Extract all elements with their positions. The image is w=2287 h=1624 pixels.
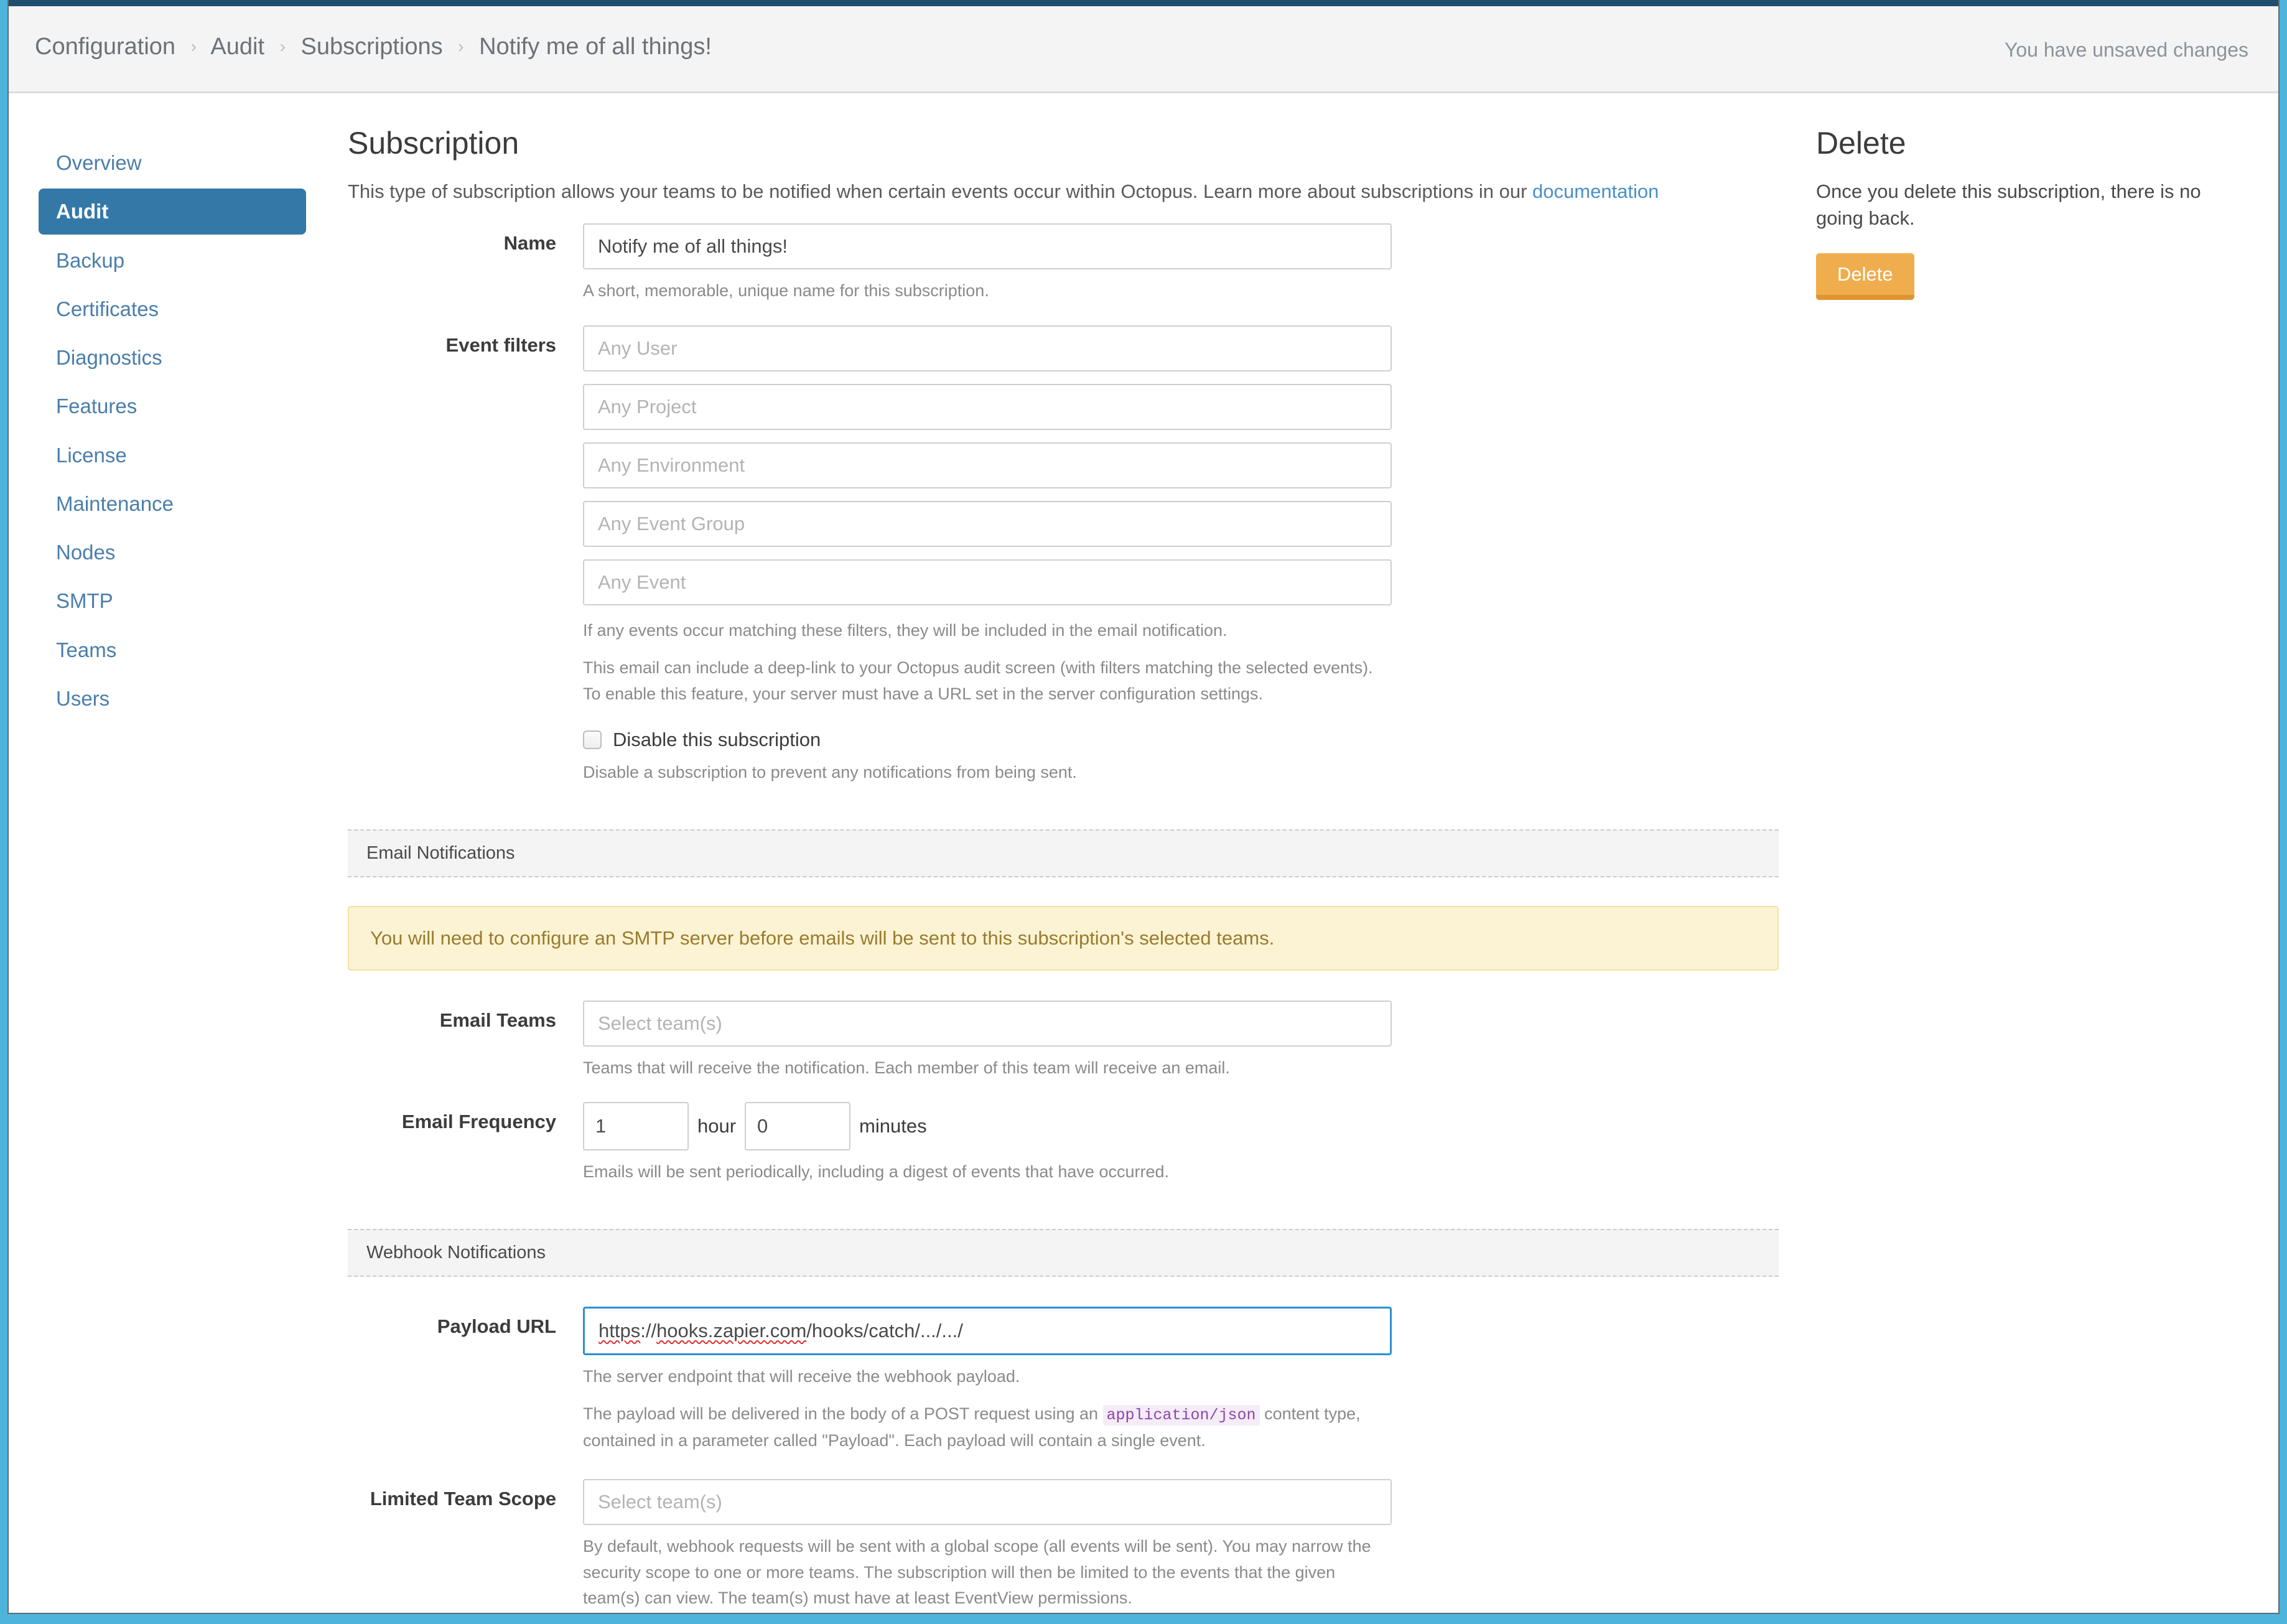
delete-panel-description: Once you delete this subscription, there… <box>1816 178 2227 232</box>
payload-url-field-col: https://hooks.zapier.com/hooks/catch/...… <box>583 1307 1392 1454</box>
email-teams-label: Email Teams <box>348 1009 556 1032</box>
page-title: Subscription <box>348 124 1779 162</box>
app-window: Configuration › Audit › Subscriptions › … <box>7 0 2280 1614</box>
sidebar-item-license[interactable]: License <box>39 432 306 478</box>
name-label: Name <box>348 232 556 254</box>
documentation-link[interactable]: documentation <box>1532 180 1659 202</box>
delete-panel: Delete Once you delete this subscription… <box>1816 124 2227 300</box>
event-filters-help-2: This email can include a deep-link to yo… <box>583 655 1392 707</box>
event-filter-event-group-input[interactable] <box>583 501 1392 547</box>
payload-url-row: Payload URL https://hooks.zapier.com/hoo… <box>348 1307 1779 1454</box>
event-filters-label: Event filters <box>348 334 556 357</box>
email-frequency-minutes-input[interactable] <box>745 1102 850 1150</box>
breadcrumb-separator-icon: › <box>182 37 205 56</box>
email-teams-field-col: Teams that will receive the notification… <box>583 1001 1392 1081</box>
breadcrumb-separator-icon: › <box>271 37 294 56</box>
sidebar-item-smtp[interactable]: SMTP <box>39 578 306 623</box>
payload-url-sep: :// <box>640 1320 656 1342</box>
email-teams-input[interactable] <box>583 1001 1392 1047</box>
limited-team-scope-row: Limited Team Scope By default, webhook r… <box>348 1479 1779 1612</box>
breadcrumb: Configuration › Audit › Subscriptions › … <box>35 34 712 60</box>
webhook-notifications-section-header: Webhook Notifications <box>348 1229 1779 1277</box>
email-notifications-section-header: Email Notifications <box>348 829 1779 877</box>
sidebar-item-users[interactable]: Users <box>39 676 306 721</box>
payload-url-help-2: The payload will be delivered in the bod… <box>583 1401 1392 1454</box>
settings-sidebar: Overview Audit Backup Certificates Diagn… <box>39 140 306 724</box>
limited-team-scope-field-col: By default, webhook requests will be sen… <box>583 1479 1392 1612</box>
email-frequency-field-col: hour minutes Emails will be sent periodi… <box>583 1102 1392 1185</box>
email-teams-help: Teams that will receive the notification… <box>583 1055 1392 1081</box>
sidebar-item-teams[interactable]: Teams <box>39 627 306 673</box>
sidebar-item-certificates[interactable]: Certificates <box>39 286 306 332</box>
page-header: Configuration › Audit › Subscriptions › … <box>9 6 2278 93</box>
event-filters-row: Event filters If any events occur matchi… <box>348 325 1779 707</box>
sidebar-item-maintenance[interactable]: Maintenance <box>39 481 306 526</box>
sidebar-item-nodes[interactable]: Nodes <box>39 530 306 575</box>
email-frequency-inputs: hour minutes <box>583 1102 1392 1150</box>
name-help: A short, memorable, unique name for this… <box>583 278 1392 304</box>
payload-url-input[interactable]: https://hooks.zapier.com/hooks/catch/...… <box>583 1307 1392 1355</box>
name-input[interactable] <box>583 223 1392 269</box>
event-filter-project-input[interactable] <box>583 384 1392 430</box>
email-frequency-row: Email Frequency hour minutes Emails will… <box>348 1102 1779 1185</box>
page-intro-text: This type of subscription allows your te… <box>348 180 1532 202</box>
payload-url-label: Payload URL <box>348 1315 556 1338</box>
breadcrumb-item-current: Notify me of all things! <box>479 34 712 60</box>
payload-url-help-1: The server endpoint that will receive th… <box>583 1364 1392 1390</box>
content-type-code: application/json <box>1103 1405 1260 1426</box>
delete-button[interactable]: Delete <box>1816 253 1914 300</box>
disable-subscription-checkbox[interactable] <box>583 730 602 749</box>
email-frequency-help: Emails will be sent periodically, includ… <box>583 1159 1392 1185</box>
email-frequency-label: Email Frequency <box>348 1111 556 1133</box>
unsaved-changes-notice: You have unsaved changes <box>2005 39 2248 62</box>
subscription-form: Subscription This type of subscription a… <box>348 124 1779 1614</box>
payload-url-scheme: https <box>599 1320 640 1342</box>
payload-url-path: /hooks/catch/.../.../ <box>806 1320 963 1342</box>
payload-url-value: https://hooks.zapier.com/hooks/catch/...… <box>599 1320 963 1342</box>
limited-team-scope-help: By default, webhook requests will be sen… <box>583 1534 1392 1612</box>
payload-url-help-2a: The payload will be delivered in the bod… <box>583 1404 1103 1423</box>
sidebar-item-diagnostics[interactable]: Diagnostics <box>39 335 306 380</box>
sidebar-item-audit[interactable]: Audit <box>39 189 306 234</box>
sidebar-item-features[interactable]: Features <box>39 383 306 429</box>
event-filter-user-input[interactable] <box>583 325 1392 371</box>
email-frequency-hours-input[interactable] <box>583 1102 689 1150</box>
event-filters-field-col: If any events occur matching these filte… <box>583 325 1392 707</box>
disable-subscription-row[interactable]: Disable this subscription <box>583 729 1779 751</box>
limited-team-scope-input[interactable] <box>583 1479 1392 1525</box>
breadcrumb-separator-icon: › <box>449 37 472 56</box>
name-field-col: A short, memorable, unique name for this… <box>583 223 1392 304</box>
smtp-warning-banner: You will need to configure an SMTP serve… <box>348 906 1779 971</box>
sidebar-item-overview[interactable]: Overview <box>39 140 306 185</box>
email-teams-row: Email Teams Teams that will receive the … <box>348 1001 1779 1081</box>
window-top-strip <box>9 0 2278 6</box>
breadcrumb-item-configuration[interactable]: Configuration <box>35 34 175 60</box>
disable-subscription-label: Disable this subscription <box>613 729 821 751</box>
payload-url-host: hooks.zapier.com <box>656 1320 806 1342</box>
breadcrumb-item-subscriptions[interactable]: Subscriptions <box>300 34 442 60</box>
sidebar-item-backup[interactable]: Backup <box>39 238 306 283</box>
disable-subscription-help: Disable a subscription to prevent any no… <box>583 760 1392 786</box>
email-frequency-hours-unit: hour <box>697 1115 736 1137</box>
email-frequency-minutes-unit: minutes <box>859 1115 927 1137</box>
event-filter-event-input[interactable] <box>583 559 1392 605</box>
breadcrumb-item-audit[interactable]: Audit <box>210 34 264 60</box>
name-row: Name A short, memorable, unique name for… <box>348 223 1779 304</box>
limited-team-scope-label: Limited Team Scope <box>348 1488 556 1510</box>
event-filters-help-1: If any events occur matching these filte… <box>583 618 1392 644</box>
delete-panel-title: Delete <box>1816 124 2227 162</box>
event-filter-environment-input[interactable] <box>583 442 1392 488</box>
page-intro: This type of subscription allows your te… <box>348 178 1779 205</box>
